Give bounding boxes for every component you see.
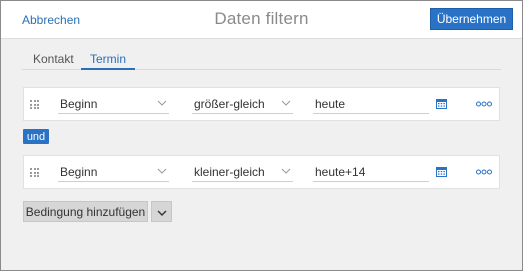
operator-select[interactable]: größer-gleich — [192, 94, 293, 114]
more-options-icon[interactable] — [476, 166, 492, 176]
tab-bar: Kontakt Termin — [22, 46, 501, 70]
calendar-icon[interactable] — [436, 166, 447, 177]
more-options-icon[interactable] — [476, 98, 492, 108]
field-select[interactable]: Beginn — [58, 94, 169, 114]
operator-select-value: größer-gleich — [194, 97, 265, 111]
connector-badge[interactable]: und — [23, 129, 49, 144]
chevron-down-icon — [157, 204, 167, 219]
field-select-value: Beginn — [60, 97, 98, 111]
condition-row: Beginn kleiner-gleich — [23, 155, 500, 189]
operator-select[interactable]: kleiner-gleich — [192, 162, 293, 182]
value-input[interactable] — [313, 162, 429, 182]
chevron-down-icon — [157, 166, 167, 176]
chevron-down-icon — [157, 98, 167, 108]
apply-button[interactable]: Übernehmen — [430, 8, 513, 30]
add-condition-dropdown[interactable] — [151, 201, 172, 222]
filter-dialog: Abbrechen Daten filtern Übernehmen Konta… — [0, 0, 523, 271]
tab-kontakt[interactable]: Kontakt — [33, 52, 74, 70]
chevron-down-icon — [281, 98, 291, 108]
dialog-header: Abbrechen Daten filtern Übernehmen — [1, 1, 522, 39]
drag-handle-icon[interactable] — [30, 100, 39, 109]
field-select-value: Beginn — [60, 165, 98, 179]
add-condition-button[interactable]: Bedingung hinzufügen — [23, 201, 148, 222]
field-select[interactable]: Beginn — [58, 162, 169, 182]
condition-row: Beginn größer-gleich — [23, 87, 500, 121]
calendar-icon[interactable] — [436, 98, 447, 109]
chevron-down-icon — [281, 166, 291, 176]
drag-handle-icon[interactable] — [30, 168, 39, 177]
operator-select-value: kleiner-gleich — [194, 165, 265, 179]
tab-termin[interactable]: Termin — [81, 52, 135, 70]
value-input[interactable] — [313, 94, 429, 114]
